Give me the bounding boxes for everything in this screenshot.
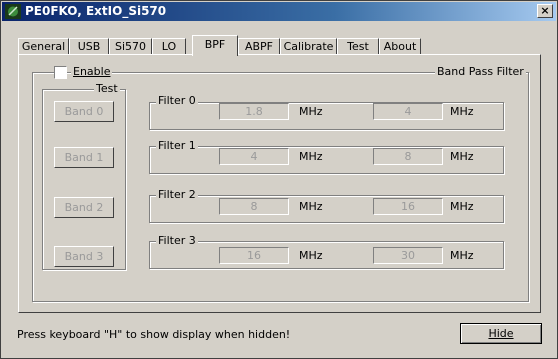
tab-bpf[interactable]: BPF xyxy=(192,35,238,56)
filter-1-high-unit: MHz xyxy=(450,150,474,163)
band-0-button[interactable]: Band 0 xyxy=(54,101,114,122)
app-logo-icon xyxy=(5,4,21,19)
band-1-button[interactable]: Band 1 xyxy=(54,147,114,168)
tab-abpf[interactable]: ABPF xyxy=(238,38,280,55)
title-bar[interactable]: PE0FKO, ExtIO_Si570 × xyxy=(2,2,556,21)
window-title: PE0FKO, ExtIO_Si570 xyxy=(25,4,167,18)
app-window: PE0FKO, ExtIO_Si570 × General USB Si570 … xyxy=(0,0,558,359)
filter-2-high-unit: MHz xyxy=(450,200,474,213)
tab-about[interactable]: About xyxy=(379,38,421,55)
filter-2-high-field[interactable]: 16 xyxy=(373,198,443,215)
filter-1-low-unit: MHz xyxy=(299,150,323,163)
filter-1-high-field[interactable]: 8 xyxy=(373,148,443,165)
filter-2-low-field[interactable]: 8 xyxy=(219,198,289,215)
tab-usb[interactable]: USB xyxy=(69,38,109,55)
filter-3-low-field[interactable]: 16 xyxy=(219,247,289,264)
filter-1-title: Filter 1 xyxy=(156,139,198,152)
filter-3-high-unit: MHz xyxy=(450,249,474,262)
tab-general[interactable]: General xyxy=(18,38,69,55)
tab-si570[interactable]: Si570 xyxy=(109,38,152,55)
filter-0-low-field[interactable]: 1.8 xyxy=(219,103,289,120)
band-pass-filter-title: Band Pass Filter xyxy=(435,65,526,78)
band-3-button[interactable]: Band 3 xyxy=(54,246,114,267)
filter-3-low-unit: MHz xyxy=(299,249,323,262)
filter-0-high-field[interactable]: 4 xyxy=(373,103,443,120)
tab-lo[interactable]: LO xyxy=(152,38,186,55)
hide-button-label: Hide xyxy=(488,327,514,340)
band-2-button[interactable]: Band 2 xyxy=(54,197,114,218)
filter-0-low-unit: MHz xyxy=(299,105,323,118)
close-button[interactable]: × xyxy=(537,4,553,18)
test-group-title: Test xyxy=(94,82,120,95)
filter-1-low-field[interactable]: 4 xyxy=(219,148,289,165)
tab-calibrate[interactable]: Calibrate xyxy=(280,38,337,55)
status-text: Press keyboard "H" to show display when … xyxy=(17,328,291,341)
filter-0-title: Filter 0 xyxy=(156,94,198,107)
filter-2-title: Filter 2 xyxy=(156,188,198,201)
enable-checkbox[interactable] xyxy=(54,66,67,79)
tab-test[interactable]: Test xyxy=(337,38,379,55)
enable-label[interactable]: Enable xyxy=(71,66,113,78)
hide-button[interactable]: Hide xyxy=(460,323,542,344)
filter-3-high-field[interactable]: 30 xyxy=(373,247,443,264)
filter-2-low-unit: MHz xyxy=(299,200,323,213)
filter-0-high-unit: MHz xyxy=(450,105,474,118)
filter-3-title: Filter 3 xyxy=(156,234,198,247)
